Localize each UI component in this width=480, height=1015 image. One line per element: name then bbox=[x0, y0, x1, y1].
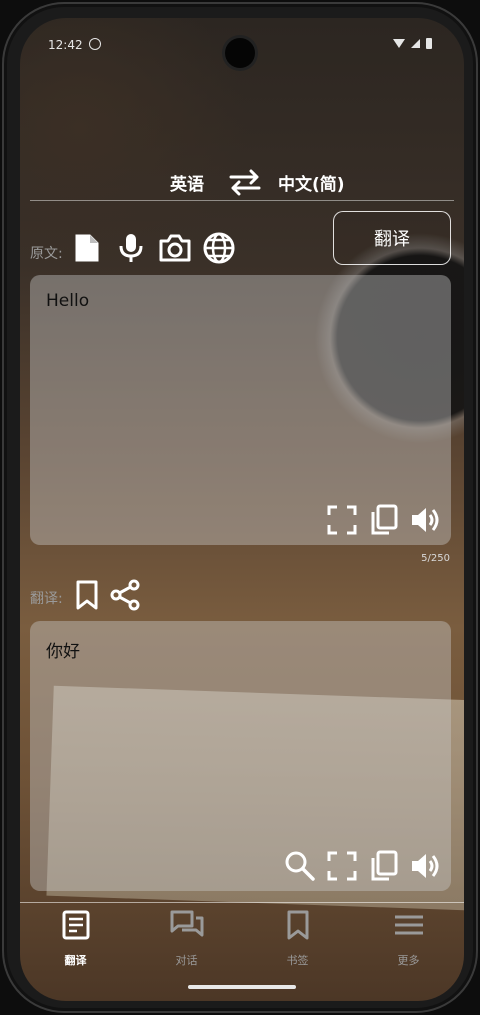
character-counter: 5/250 bbox=[421, 553, 450, 564]
divider bbox=[30, 200, 454, 201]
translation-actions bbox=[283, 849, 443, 883]
wifi-icon bbox=[393, 39, 405, 48]
copy-icon[interactable] bbox=[367, 849, 401, 883]
nav-label-chat: 对话 bbox=[175, 954, 198, 967]
home-indicator[interactable] bbox=[188, 985, 296, 989]
do-not-disturb-icon bbox=[89, 38, 101, 50]
chat-icon bbox=[170, 910, 204, 944]
source-language-selector[interactable]: 英语 bbox=[170, 170, 204, 195]
translation-tools bbox=[70, 578, 142, 612]
menu-icon bbox=[393, 910, 425, 944]
target-language-selector[interactable]: 中文(简) bbox=[278, 170, 345, 195]
source-text[interactable]: Hello bbox=[46, 291, 89, 311]
bookmark-icon bbox=[285, 910, 311, 944]
source-actions bbox=[325, 503, 443, 537]
front-camera bbox=[225, 38, 255, 68]
bottom-navigation: 翻译 对话 书签 更多 bbox=[20, 904, 464, 984]
nav-label-translate: 翻译 bbox=[64, 954, 87, 967]
document-icon[interactable] bbox=[70, 231, 104, 265]
translate-doc-icon bbox=[61, 910, 91, 944]
speaker-icon[interactable] bbox=[409, 503, 443, 537]
language-bar: 英语 中文(简) bbox=[20, 166, 464, 198]
fullscreen-icon[interactable] bbox=[325, 503, 359, 537]
phone-frame: 12:42 英语 中文(简) 翻译 原文: Hello 5/250 翻译: 你好… bbox=[2, 2, 478, 1013]
fullscreen-icon[interactable] bbox=[325, 849, 359, 883]
status-time: 12:42 bbox=[48, 38, 83, 52]
nav-item-translate[interactable]: 翻译 bbox=[20, 904, 131, 984]
share-icon[interactable] bbox=[108, 578, 142, 612]
camera-icon[interactable] bbox=[158, 231, 192, 265]
nav-item-chat[interactable]: 对话 bbox=[131, 904, 242, 984]
nav-divider bbox=[20, 902, 464, 903]
nav-label-bookmarks: 书签 bbox=[286, 954, 309, 967]
microphone-icon[interactable] bbox=[114, 231, 148, 265]
bookmark-icon[interactable] bbox=[70, 578, 104, 612]
source-label: 原文: bbox=[30, 246, 63, 262]
nav-item-more[interactable]: 更多 bbox=[353, 904, 464, 984]
signal-icon bbox=[411, 39, 420, 48]
translate-button[interactable]: 翻译 bbox=[333, 211, 451, 265]
app-screen: 12:42 英语 中文(简) 翻译 原文: Hello 5/250 翻译: 你好… bbox=[20, 18, 464, 1001]
status-icons bbox=[393, 38, 432, 49]
translation-text-card[interactable]: 你好 bbox=[30, 621, 451, 891]
copy-icon[interactable] bbox=[367, 503, 401, 537]
translation-text[interactable]: 你好 bbox=[46, 637, 80, 662]
source-tools bbox=[70, 231, 236, 265]
battery-icon bbox=[426, 38, 432, 49]
globe-icon[interactable] bbox=[202, 231, 236, 265]
nav-label-more: 更多 bbox=[397, 954, 420, 967]
speaker-icon[interactable] bbox=[409, 849, 443, 883]
search-icon[interactable] bbox=[283, 849, 317, 883]
source-text-card[interactable]: Hello bbox=[30, 275, 451, 545]
nav-item-bookmarks[interactable]: 书签 bbox=[242, 904, 353, 984]
translation-label: 翻译: bbox=[30, 591, 63, 607]
swap-arrows-icon[interactable] bbox=[227, 168, 263, 201]
